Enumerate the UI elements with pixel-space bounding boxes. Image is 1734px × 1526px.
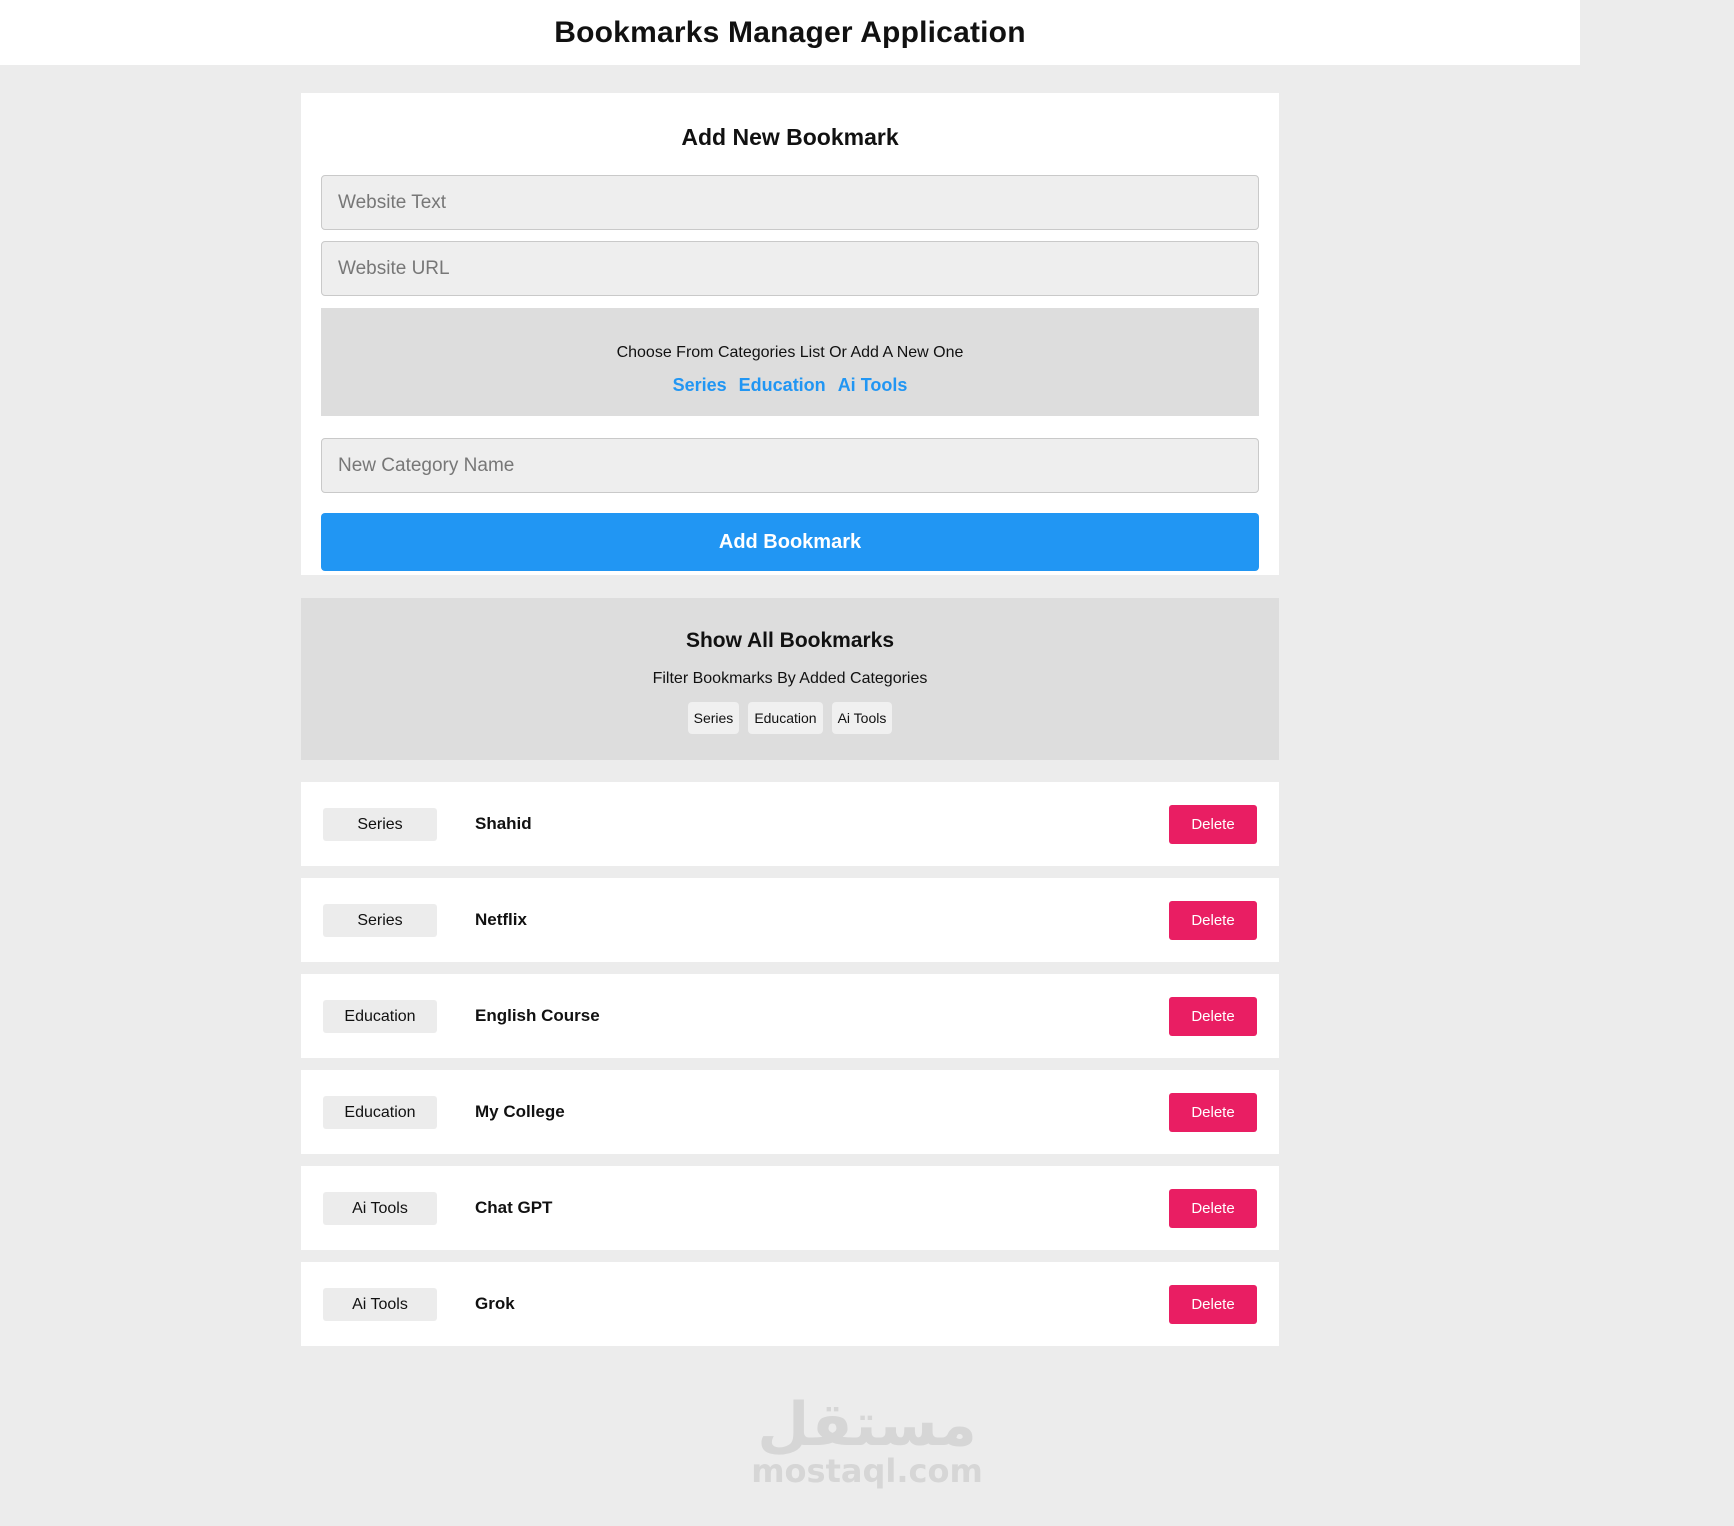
category-link-series[interactable]: Series	[673, 374, 727, 396]
filter-buttons: Series Education Ai Tools	[301, 702, 1279, 734]
show-all-bookmarks-panel: Show All Bookmarks Filter Bookmarks By A…	[301, 598, 1279, 760]
filter-label: Filter Bookmarks By Added Categories	[652, 670, 928, 687]
category-link-ai-tools[interactable]: Ai Tools	[838, 374, 908, 396]
bookmark-name: Netflix	[475, 910, 527, 929]
add-bookmark-card: Add New Bookmark Choose From Categories …	[301, 93, 1279, 575]
website-url-input[interactable]	[321, 241, 1259, 296]
bookmark-name: Chat GPT	[475, 1198, 553, 1217]
add-bookmark-title: Add New Bookmark	[681, 124, 899, 150]
bookmark-name: Grok	[475, 1294, 515, 1313]
watermark-arabic: مستقل	[757, 1390, 977, 1460]
category-chooser: Choose From Categories List Or Add A New…	[321, 308, 1259, 416]
bookmark-row: Education English Course Delete	[301, 974, 1279, 1058]
bookmark-category-badge: Ai Tools	[323, 1287, 437, 1321]
bookmark-category-badge: Ai Tools	[323, 1191, 437, 1225]
bookmark-category-badge: Series	[323, 903, 437, 937]
bookmark-row: Ai Tools Grok Delete	[301, 1262, 1279, 1346]
filter-button-education[interactable]: Education	[748, 702, 823, 734]
top-bar: Bookmarks Manager Application	[0, 0, 1580, 65]
delete-button[interactable]: Delete	[1169, 1188, 1257, 1228]
delete-button[interactable]: Delete	[1169, 804, 1257, 844]
category-link-education[interactable]: Education	[739, 374, 826, 396]
delete-button[interactable]: Delete	[1169, 1092, 1257, 1132]
bookmark-category-badge: Education	[323, 1095, 437, 1129]
bookmark-category-badge: Education	[323, 999, 437, 1033]
delete-button[interactable]: Delete	[1169, 1284, 1257, 1324]
filter-button-series[interactable]: Series	[687, 702, 740, 734]
watermark-latin: mostaql.com	[751, 1452, 983, 1490]
filter-button-ai-tools[interactable]: Ai Tools	[831, 702, 893, 734]
bookmark-row: Series Shahid Delete	[301, 782, 1279, 866]
show-all-title: Show All Bookmarks	[685, 629, 895, 652]
category-links: Series Education Ai Tools	[321, 374, 1259, 396]
bookmark-name: Shahid	[475, 814, 532, 833]
add-bookmark-button[interactable]: Add Bookmark	[321, 513, 1259, 571]
bookmark-row: Education My College Delete	[301, 1070, 1279, 1154]
bookmark-name: English Course	[475, 1006, 600, 1025]
category-chooser-label: Choose From Categories List Or Add A New…	[616, 344, 964, 361]
bookmark-row: Ai Tools Chat GPT Delete	[301, 1166, 1279, 1250]
bookmark-name: My College	[475, 1102, 565, 1121]
bookmark-list: Series Shahid Delete Series Netflix Dele…	[301, 782, 1279, 1358]
app-title: Bookmarks Manager Application	[554, 15, 1026, 49]
delete-button[interactable]: Delete	[1169, 996, 1257, 1036]
website-text-input[interactable]	[321, 175, 1259, 230]
mostaql-watermark: مستقل mostaql.com	[740, 1390, 994, 1488]
delete-button[interactable]: Delete	[1169, 900, 1257, 940]
bookmark-row: Series Netflix Delete	[301, 878, 1279, 962]
new-category-input[interactable]	[321, 438, 1259, 493]
bookmark-category-badge: Series	[323, 807, 437, 841]
